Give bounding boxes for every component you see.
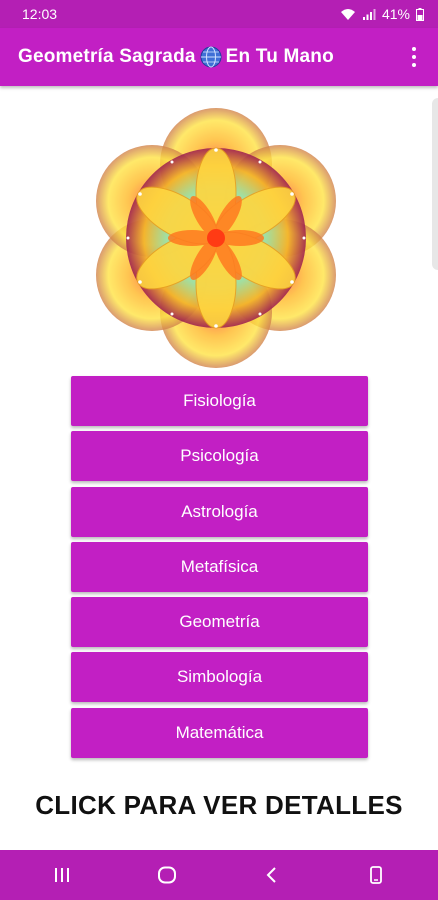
app-bar: Geometría Sagrada En Tu Mano [0, 28, 438, 86]
details-prompt-text[interactable]: CLICK PARA VER DETALLES [0, 790, 438, 821]
astrologia-button[interactable]: Astrología [71, 486, 368, 537]
battery-icon [416, 7, 424, 21]
edge-panel-handle[interactable] [432, 98, 438, 270]
globe-icon [200, 46, 222, 68]
home-icon[interactable] [147, 855, 187, 895]
simbologia-button[interactable]: Simbología [71, 652, 368, 703]
category-button-list: Fisiología Psicología Astrología Metafís… [71, 376, 368, 763]
sacred-geometry-image [96, 108, 336, 368]
wifi-icon [340, 8, 356, 21]
status-icons: 41% [340, 6, 424, 22]
more-vert-icon[interactable] [406, 43, 422, 71]
keyboard-toggle-icon[interactable] [356, 855, 396, 895]
fisiologia-button[interactable]: Fisiología [71, 376, 368, 426]
status-bar: 12:03 41% [0, 0, 438, 28]
navigation-bar [0, 850, 438, 900]
metafisica-button[interactable]: Metafísica [71, 541, 368, 592]
geometria-button[interactable]: Geometría [71, 597, 368, 648]
signal-icon [362, 8, 376, 21]
back-icon[interactable] [251, 855, 291, 895]
status-time: 12:03 [22, 6, 58, 22]
app-title-part2: En Tu Mano [225, 46, 334, 67]
matematica-button[interactable]: Matemática [71, 707, 368, 758]
app-title-part1: Geometría Sagrada [18, 46, 196, 67]
app-title: Geometría Sagrada En Tu Mano [18, 46, 334, 68]
psicologia-button[interactable]: Psicología [71, 431, 368, 482]
recent-apps-icon[interactable] [42, 855, 82, 895]
battery-percent: 41% [381, 6, 410, 22]
